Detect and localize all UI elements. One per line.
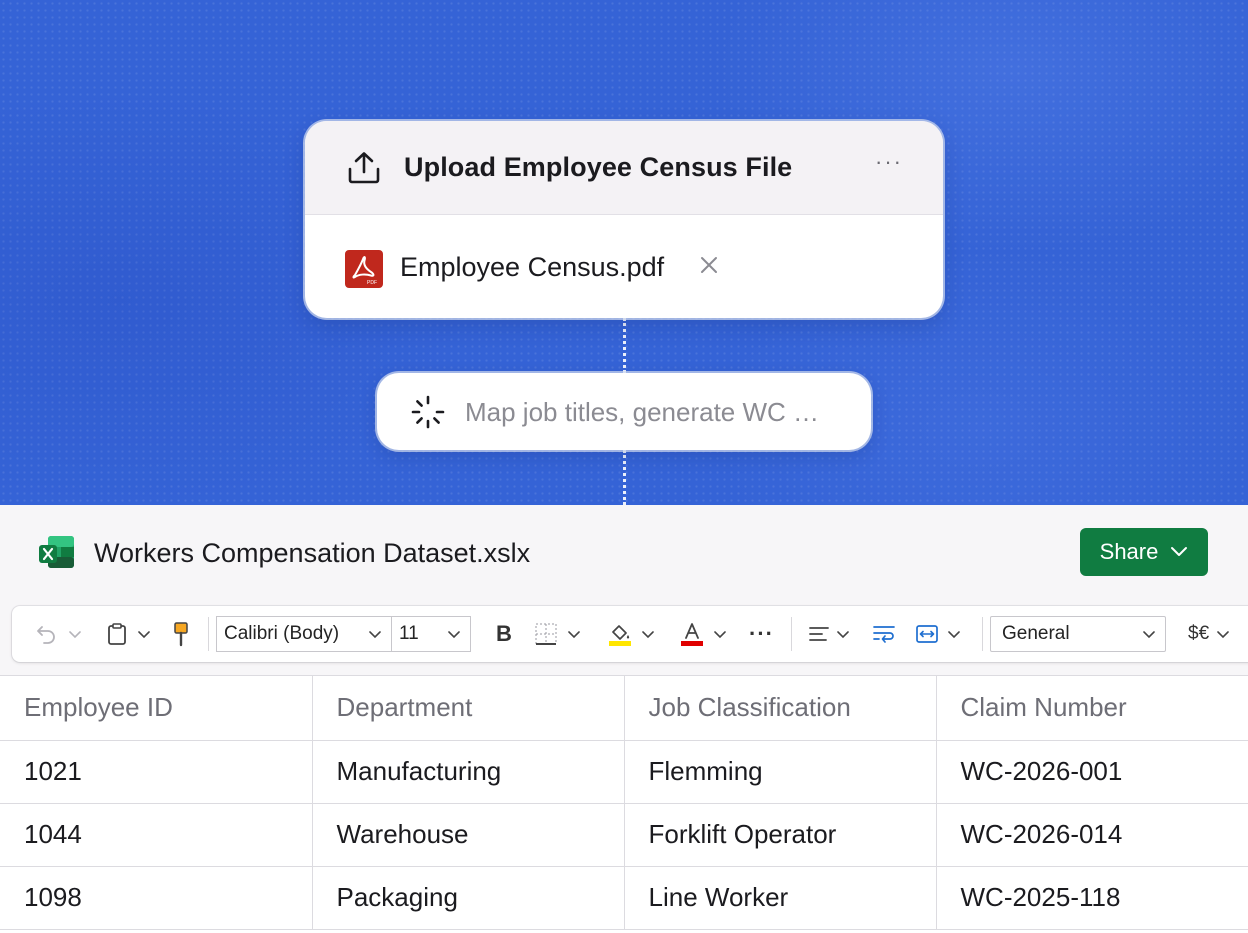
align-left-icon (809, 627, 829, 641)
undo-icon (37, 626, 55, 644)
table-cell[interactable]: Forklift Operator (624, 803, 937, 867)
file-name: Employee Census.pdf (400, 252, 665, 282)
upload-card-header: Upload Employee Census File ··· (305, 121, 943, 215)
undo-button[interactable] (34, 606, 82, 662)
fill-color-button[interactable] (608, 606, 655, 662)
chevron-down-icon (714, 631, 726, 639)
formatting-toolbar: Calibri (Body) 11 B ··· General $€ (12, 606, 1248, 662)
workflow-canvas: Upload Employee Census File ··· PDF Empl… (0, 0, 1248, 505)
table-row: 1098 Packaging Line Worker WC-2025-118 (0, 866, 1248, 930)
table-cell[interactable]: WC-2026-014 (936, 803, 1248, 867)
column-header[interactable]: Job Classification (624, 676, 937, 741)
upload-card-title: Upload Employee Census File (404, 152, 793, 182)
toolbar-divider (982, 617, 983, 651)
wrap-text-button[interactable] (872, 606, 896, 662)
toolbar-divider (208, 617, 209, 651)
font-size-value: 11 (399, 623, 419, 644)
table-cell[interactable]: Warehouse (312, 803, 625, 867)
font-family-select[interactable]: Calibri (Body) (216, 616, 392, 652)
data-table: Employee ID Department Job Classificatio… (0, 675, 1248, 933)
table-row: 1021 Manufacturing Flemming WC-2026-001 (0, 740, 1248, 804)
upload-icon (348, 152, 380, 184)
bold-button[interactable]: B (496, 606, 512, 662)
upload-card[interactable]: Upload Employee Census File ··· PDF Empl… (305, 121, 943, 318)
number-format-value: General (1002, 623, 1070, 644)
table-cell[interactable]: 1098 (0, 866, 313, 930)
column-header[interactable]: Claim Number (936, 676, 1248, 741)
attached-file: PDF Employee Census.pdf (305, 215, 943, 318)
merge-cells-icon (916, 625, 938, 643)
borders-icon (535, 623, 557, 645)
number-format-select[interactable]: General (990, 616, 1166, 652)
font-size-select[interactable]: 11 (391, 616, 471, 652)
more-tools-button[interactable]: ··· (749, 606, 774, 662)
chevron-down-icon (948, 631, 960, 639)
connector-line (623, 318, 626, 373)
chevron-down-icon (138, 631, 150, 639)
table-cell[interactable]: Flemming (624, 740, 937, 804)
chevron-down-icon (1217, 631, 1229, 639)
chevron-down-icon (568, 631, 580, 639)
clipboard-icon (108, 623, 126, 645)
chevron-down-icon (1171, 547, 1188, 556)
document-title: Workers Compensation Dataset.xslx (94, 538, 531, 568)
font-color-icon (681, 623, 703, 646)
merge-cells-button[interactable] (915, 606, 961, 662)
fill-color-icon (609, 625, 631, 646)
table-cell[interactable]: Manufacturing (312, 740, 625, 804)
chevron-down-icon (837, 631, 849, 639)
spinner-icon (411, 395, 445, 429)
chevron-down-icon (642, 631, 654, 639)
currency-icon: $€ (1188, 623, 1210, 644)
connector-line (623, 450, 626, 505)
table-row: 1044 Warehouse Forklift Operator WC-2026… (0, 803, 1248, 867)
chevron-down-icon (448, 631, 460, 639)
table-cell[interactable]: 1021 (0, 740, 313, 804)
spreadsheet-panel: Workers Compensation Dataset.xslx Share … (0, 505, 1248, 933)
currency-format-button[interactable]: $€ (1188, 606, 1230, 662)
format-painter-icon (174, 622, 188, 647)
close-icon[interactable] (699, 253, 719, 277)
chevron-down-icon (369, 631, 381, 639)
font-family-value: Calibri (Body) (224, 623, 340, 644)
toolbar-divider (791, 617, 792, 651)
table-cell[interactable]: Line Worker (624, 866, 937, 930)
paste-button[interactable] (106, 606, 151, 662)
table-cell[interactable]: 1044 (0, 803, 313, 867)
column-header[interactable]: Employee ID (0, 676, 313, 741)
table-header-row: Employee ID Department Job Classificatio… (0, 676, 1248, 741)
task-description: Map job titles, generate WC … (465, 397, 820, 427)
borders-button[interactable] (534, 606, 581, 662)
chevron-down-icon (1143, 631, 1155, 639)
task-step[interactable]: Map job titles, generate WC … (377, 373, 871, 450)
wrap-text-icon (873, 626, 895, 643)
pdf-icon: PDF (345, 250, 383, 288)
more-options-icon[interactable]: ··· (875, 149, 903, 175)
share-label: Share (1099, 539, 1159, 564)
svg-text:PDF: PDF (367, 280, 377, 286)
font-color-button[interactable] (680, 606, 727, 662)
format-painter-button[interactable] (172, 606, 190, 662)
excel-icon (39, 536, 74, 568)
column-header[interactable]: Department (312, 676, 625, 741)
share-button[interactable]: Share (1080, 528, 1208, 576)
table-cell[interactable]: WC-2026-001 (936, 740, 1248, 804)
chevron-down-icon (69, 631, 81, 639)
align-button[interactable] (808, 606, 850, 662)
table-cell[interactable]: Packaging (312, 866, 625, 930)
table-cell[interactable]: WC-2025-118 (936, 866, 1248, 930)
